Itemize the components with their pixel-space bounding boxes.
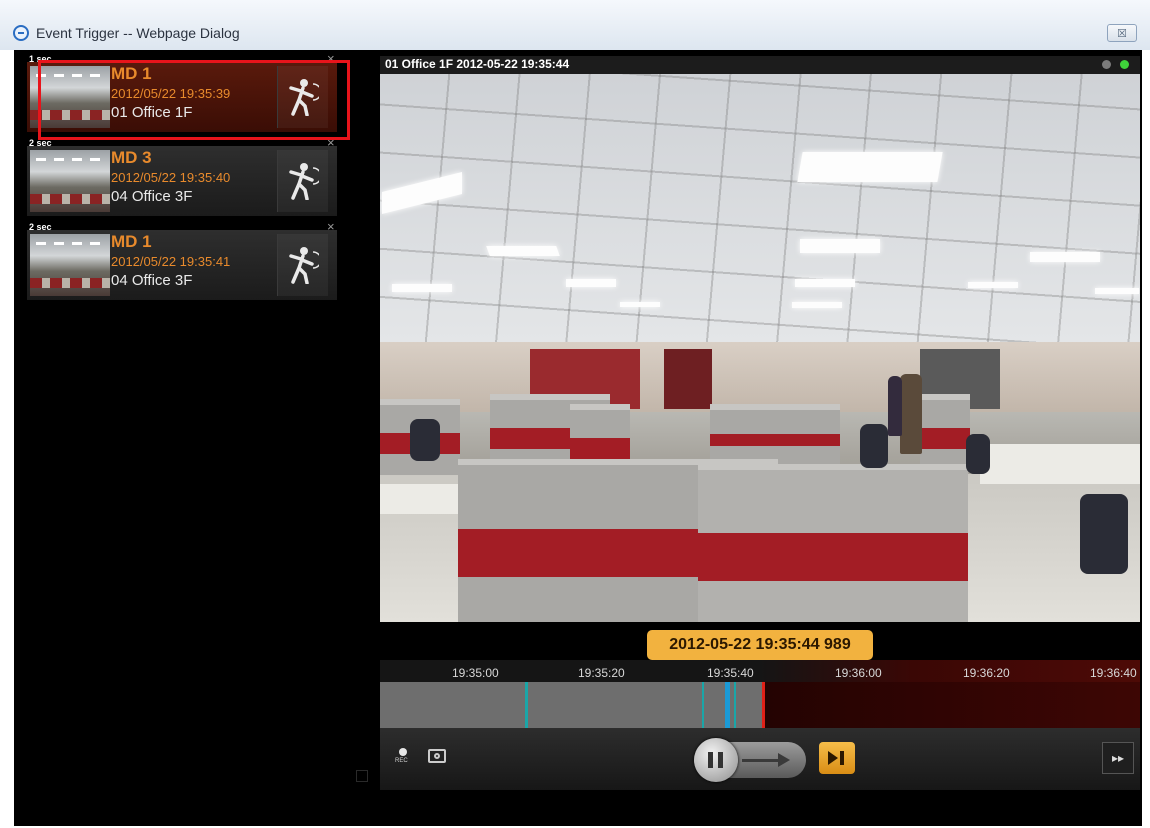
next-icon: [828, 751, 838, 765]
motion-detect-icon: [277, 150, 328, 212]
event-time: 2012/05/22 19:35:39: [111, 86, 231, 101]
timeline-tick: 19:35:00: [452, 666, 499, 680]
connection-status-icon: [1120, 60, 1129, 69]
viewer-header: 01 Office 1F 2012-05-22 19:35:44: [380, 56, 1140, 74]
motion-detect-icon: [277, 234, 328, 296]
playback-timestamp: 2012-05-22 19:35:44 989: [647, 630, 873, 660]
event-time: 2012/05/22 19:35:40: [111, 170, 231, 185]
pause-button[interactable]: [694, 738, 738, 782]
timeline-ruler[interactable]: 19:35:00 19:35:20 19:35:40 19:36:00 19:3…: [380, 660, 1140, 682]
playback-controls: REC ▸▸: [380, 728, 1140, 790]
event-camera: 01 Office 1F: [111, 104, 193, 121]
event-item[interactable]: 1 sec × MD 1 2012/05/22 19:35:39 01 Offi…: [27, 51, 337, 134]
event-name: MD 3: [111, 148, 152, 167]
ie-app-icon: [13, 25, 29, 41]
window-close-button[interactable]: ☒: [1107, 24, 1137, 42]
event-marker[interactable]: [702, 682, 704, 728]
timeline-tick: 19:35:40: [707, 666, 754, 680]
event-camera: 04 Office 3F: [111, 188, 193, 205]
event-name: MD 1: [111, 232, 152, 251]
fast-forward-button[interactable]: ▸▸: [1102, 742, 1134, 774]
record-label: REC: [395, 758, 408, 764]
camera-video-frame[interactable]: [380, 74, 1140, 622]
event-camera: 04 Office 3F: [111, 272, 193, 289]
pause-icon: [708, 752, 713, 768]
event-marker[interactable]: [525, 682, 528, 728]
record-icon: [399, 748, 407, 756]
timeline-tick: 19:36:40: [1090, 666, 1137, 680]
event-thumbnail: [30, 150, 110, 212]
timeline-tick: 19:36:00: [835, 666, 882, 680]
status-indicator-icon: [1102, 60, 1111, 69]
playhead-cursor[interactable]: [762, 682, 765, 728]
viewer-title: 01 Office 1F 2012-05-22 19:35:44: [385, 57, 570, 71]
timeline-tick: 19:36:20: [963, 666, 1010, 680]
event-name: MD 1: [111, 64, 152, 83]
timeline-track[interactable]: [380, 682, 1140, 728]
event-item[interactable]: 2 sec × MD 1 2012/05/22 19:35:41 04 Offi…: [27, 219, 337, 302]
event-item[interactable]: 2 sec × MD 3 2012/05/22 19:35:40 04 Offi…: [27, 135, 337, 218]
record-button[interactable]: REC: [394, 748, 414, 770]
event-thumbnail: [30, 234, 110, 296]
resize-grip: [356, 770, 368, 782]
motion-detect-icon: [277, 66, 328, 128]
event-thumbnail: [30, 66, 110, 128]
event-marker[interactable]: [734, 682, 736, 728]
timeline-tick: 19:35:20: [578, 666, 625, 680]
play-arrow-icon: [778, 753, 790, 767]
event-time: 2012/05/22 19:35:41: [111, 254, 231, 269]
window-title: Event Trigger -- Webpage Dialog: [36, 25, 240, 41]
snapshot-icon[interactable]: [428, 749, 446, 763]
next-event-button[interactable]: [819, 742, 855, 774]
event-marker[interactable]: [725, 682, 730, 728]
window-titlebar: Event Trigger -- Webpage Dialog ☒: [0, 0, 1150, 50]
